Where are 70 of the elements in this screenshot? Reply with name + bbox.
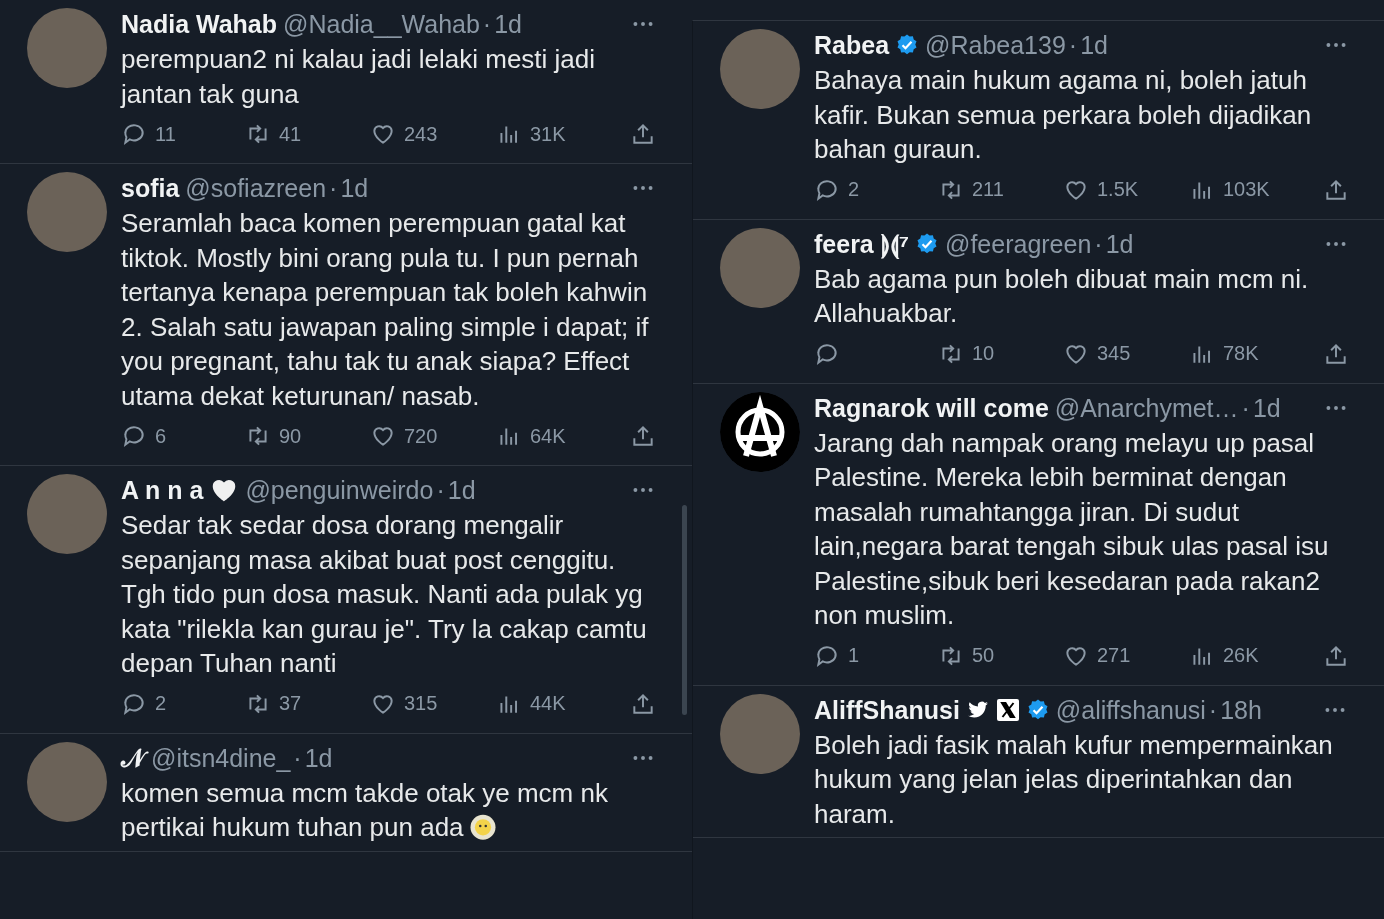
- reply-count: 2: [155, 692, 167, 715]
- view-count: 78K: [1223, 342, 1259, 365]
- like-count: 271: [1097, 644, 1131, 667]
- reply-text: perempuan2 ni kalau jadi lelaki mesti jadi jantan tak guna: [121, 43, 597, 111]
- view-count: 64K: [530, 424, 566, 448]
- scrollbar-thumb[interactable]: [682, 505, 687, 715]
- author-handle[interactable]: @itsn4dine_: [151, 741, 291, 774]
- author-name[interactable]: A n n a: [121, 474, 204, 506]
- share-icon[interactable]: [630, 121, 656, 147]
- separator-dot: ·: [293, 742, 302, 774]
- verified-badge-icon: [1025, 697, 1050, 722]
- reply-count: 11: [155, 122, 176, 146]
- reply-text: Boleh jadi fasik malah kufur mempermainkan hukum yang jelan jelas diperintahkan dan haram.: [814, 728, 1334, 831]
- anarchy-logo-avatar[interactable]: [720, 391, 800, 472]
- post-time[interactable]: 1d: [1105, 227, 1134, 260]
- post-time[interactable]: 1d: [1080, 29, 1108, 61]
- like-count: 345: [1097, 342, 1131, 365]
- view-count: 31K: [530, 122, 566, 146]
- reply-text: Bahaya main hukum agama ni, boleh jatuh kafir. Bukan semua perkara boleh dijadikan bahan guraun.: [814, 64, 1313, 166]
- author-handle[interactable]: @feeragreen: [945, 227, 1092, 260]
- view-count: 26K: [1223, 644, 1259, 667]
- reply-text: Bab agama pun boleh dibuat main mcm ni. Allahuakbar.: [814, 262, 1310, 330]
- author-name[interactable]: Ragnarok will come: [814, 391, 1049, 424]
- retweet-count: 41: [279, 122, 302, 146]
- retweet-count: 90: [279, 424, 302, 448]
- author-handle[interactable]: @penguinweirdo: [245, 474, 434, 506]
- retweet-count: 211: [972, 178, 1004, 201]
- post-time[interactable]: 1d: [494, 8, 522, 40]
- view-count: 103K: [1223, 178, 1270, 201]
- reply-icon[interactable]: [121, 423, 147, 449]
- post-time[interactable]: 18h: [1220, 693, 1262, 726]
- author-handle[interactable]: @Anarchymet…: [1054, 391, 1239, 424]
- author-name[interactable]: Nadia Wahab: [121, 8, 278, 40]
- reply-text: Jarang dah nampak orang melayu up pasal Palestine. Mereka lebih berminat dengan masalah rumahtangga jiran. Di sudut lain,negara barat tengah sibuk ulas pasal isu Palestine,sibuk beri kesedaran pada rakan2 non muslim.: [814, 426, 1330, 632]
- post-time[interactable]: 1d: [447, 474, 476, 506]
- separator-dot: ·: [329, 173, 338, 204]
- separator-dot: ·: [1241, 392, 1250, 424]
- separator-dot: ·: [1068, 30, 1078, 61]
- view-count: 44K: [530, 692, 566, 715]
- separator-dot: ·: [1208, 694, 1218, 726]
- retweet-count: 37: [279, 692, 302, 715]
- author-name[interactable]: sofia: [121, 172, 180, 204]
- post-time[interactable]: 1d: [1252, 391, 1281, 424]
- author-name[interactable]: Rabea: [814, 29, 890, 61]
- like-count: 720: [404, 424, 438, 448]
- author-handle[interactable]: @Nadia__Wahab: [283, 8, 480, 40]
- author-name[interactable]: feera ⟭⟬⁷: [814, 227, 910, 260]
- separator-dot: ·: [482, 9, 492, 40]
- separator-dot: ·: [436, 475, 445, 506]
- reply-count: 6: [155, 424, 167, 448]
- retweet-count: 50: [972, 644, 995, 667]
- reply-count: 2: [848, 178, 860, 201]
- x-logo-icon: [995, 697, 1020, 722]
- retweet-count: 10: [972, 342, 995, 365]
- author-name[interactable]: AliffShanusi: [814, 693, 960, 726]
- reply-icon[interactable]: [121, 121, 147, 147]
- author-handle[interactable]: @aliffshanusi: [1055, 693, 1206, 726]
- like-count: 243: [404, 122, 438, 146]
- reply-count: 1: [848, 644, 860, 667]
- author-handle[interactable]: @sofiazreen: [185, 172, 327, 204]
- share-icon[interactable]: [630, 423, 656, 449]
- separator-dot: ·: [1094, 228, 1103, 260]
- reply-text: Seramlah baca komen perempuan gatal kat tiktok. Mostly bini orang pula tu. I pun pernah tertanya kenapa perempuan tak boleh kahwin 2. Salah satu jawapan paling simple i dapat; if you pregnant, tahu tak tu anak siapa? Effect utama dekat keturunan/ nasab.: [121, 207, 650, 413]
- like-count: 1.5K: [1097, 178, 1139, 201]
- author-handle[interactable]: @Rabea139: [925, 29, 1066, 61]
- reply-text: komen semua mcm takde otak ye mcm nk pertikai hukum tuhan pun ada: [121, 776, 609, 844]
- post-time[interactable]: 1d: [304, 741, 333, 774]
- post-time[interactable]: 1d: [340, 172, 369, 204]
- reply-text: Sedar tak sedar dosa dorang mengalir sepanjang masa akibat buat post cenggitu. Tgh tido pun dosa masuk. Nanti ada pulak yg kata "rilekla kan gurau je". Try la cakap camtu depan Tuhan nanti: [121, 509, 648, 680]
- like-count: 315: [404, 692, 438, 715]
